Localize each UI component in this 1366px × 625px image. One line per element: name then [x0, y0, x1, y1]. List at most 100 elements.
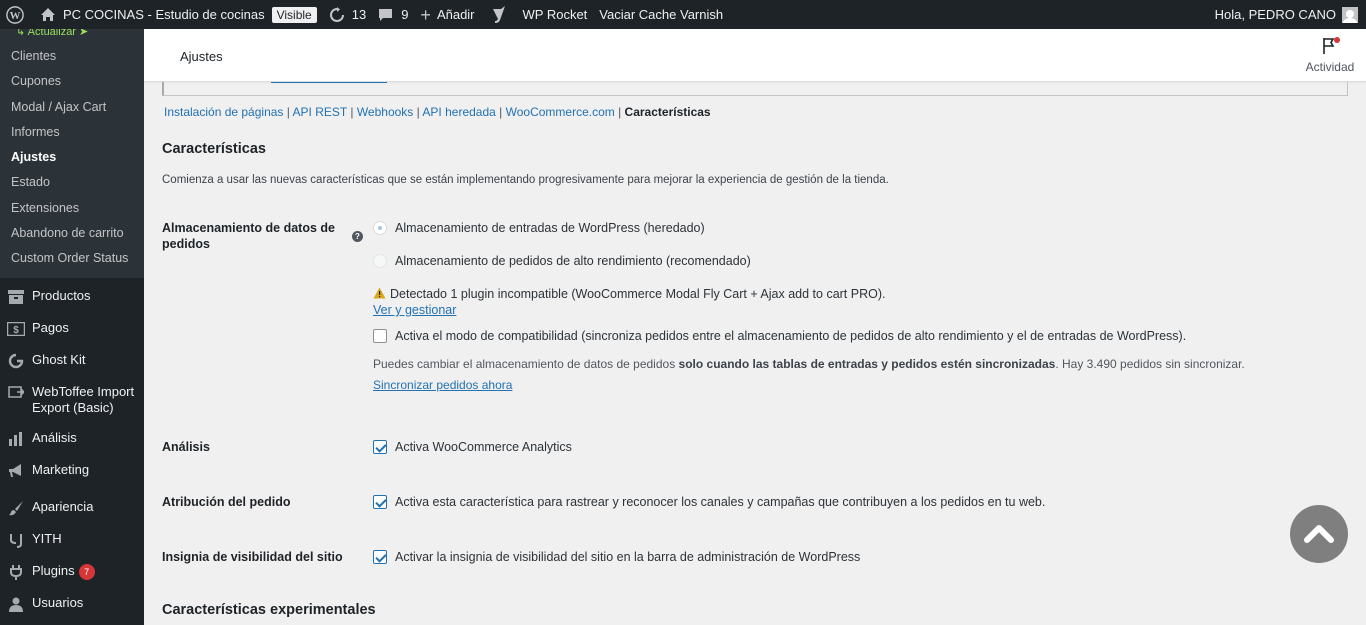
- yoast-icon: [491, 5, 507, 24]
- plugins-update-count: 7: [78, 563, 95, 580]
- note-bold: solo cuando las tablas de entradas y ped…: [678, 357, 1056, 371]
- new-label: Añadir: [436, 7, 475, 22]
- manage-plugins-link[interactable]: Ver y gestionar: [373, 303, 456, 317]
- update-label: Actualizar: [27, 29, 76, 38]
- svg-text:W: W: [10, 10, 21, 22]
- submenu-custom-order-status[interactable]: Custom Order Status: [0, 246, 144, 271]
- experimental-heading: Características experimentales: [162, 602, 376, 618]
- user-greeting[interactable]: Hola, PEDRO CANO: [1209, 0, 1336, 29]
- menu-webtoffee[interactable]: WebToffee Import Export (Basic): [0, 377, 144, 423]
- compat-mode-label: Activa el modo de compatibilidad (sincro…: [395, 329, 1187, 343]
- admin-bar: W PC COCINAS - Estudio de cocinas Visibl…: [0, 0, 1366, 29]
- updates-link[interactable]: 13: [323, 0, 372, 29]
- menu-label: YITH: [32, 530, 62, 546]
- update-link[interactable]: ↳ Actualizar ➤: [0, 29, 144, 39]
- menu-apariencia[interactable]: Apariencia: [0, 492, 144, 524]
- storage-option-legacy[interactable]: Almacenamiento de entradas de WordPress …: [373, 221, 705, 235]
- activity-button[interactable]: Actividad: [1305, 37, 1355, 74]
- subsubsub-nav: Instalación de páginas | API REST | Webh…: [164, 105, 711, 119]
- menu-label: Marketing: [32, 461, 90, 477]
- radio-legacy-label: Almacenamiento de entradas de WordPress …: [395, 221, 705, 235]
- wp-rocket-link[interactable]: WP Rocket: [517, 0, 594, 29]
- menu-label: WebToffee Import Export (Basic): [32, 383, 135, 415]
- analytics-checkbox[interactable]: [373, 440, 387, 454]
- attribution-option[interactable]: Activa esta característica para rastrear…: [373, 495, 1045, 509]
- ghostkit-icon: [7, 352, 25, 370]
- analytics-option-label: Activa WooCommerce Analytics: [395, 440, 572, 454]
- link-caracteristicas[interactable]: Características: [625, 105, 711, 119]
- link-webhooks[interactable]: Webhooks: [357, 105, 413, 119]
- note-suffix: . Hay 3.490 pedidos sin sincronizar.: [1055, 357, 1245, 371]
- radio-hpos[interactable]: [373, 254, 387, 268]
- active-tab-underline: [271, 82, 387, 83]
- wordpress-logo-icon[interactable]: W: [0, 0, 34, 29]
- varnish-link[interactable]: Vaciar Cache Varnish: [593, 0, 729, 29]
- link-instalacion-paginas[interactable]: Instalación de páginas: [164, 105, 283, 119]
- woocommerce-header: Ajustes Actividad: [144, 29, 1366, 82]
- menu-ghost-kit[interactable]: Ghost Kit: [0, 345, 144, 377]
- svg-text:$: $: [13, 325, 19, 336]
- yith-icon: [7, 531, 25, 549]
- compat-mode-checkbox[interactable]: [373, 329, 387, 343]
- menu-analisis[interactable]: Análisis: [0, 423, 144, 455]
- comments-count: 9: [401, 7, 409, 22]
- radio-hpos-label: Almacenamiento de pedidos de alto rendim…: [395, 254, 751, 268]
- submenu-estado[interactable]: Estado: [0, 170, 144, 195]
- link-api-heredada[interactable]: API heredada: [422, 105, 495, 119]
- section-description: Comienza a usar las nuevas característic…: [162, 174, 889, 186]
- comment-icon: [378, 8, 393, 22]
- site-name-link[interactable]: PC COCINAS - Estudio de cocinas Visible: [34, 0, 323, 29]
- attribution-checkbox[interactable]: [373, 495, 387, 509]
- plugins-label: Plugins: [32, 562, 75, 578]
- flag-icon: [1321, 37, 1340, 55]
- help-icon[interactable]: ?: [352, 231, 363, 242]
- site-name: PC COCINAS - Estudio de cocinas: [63, 7, 265, 22]
- woocommerce-submenu: ↳ Actualizar ➤ Clientes Cupones Modal / …: [0, 29, 144, 278]
- menu-plugins[interactable]: Plugins 7: [0, 556, 144, 588]
- storage-option-hpos[interactable]: Almacenamiento de pedidos de alto rendim…: [373, 254, 751, 268]
- play-icon: ➤: [79, 29, 89, 38]
- sync-orders-link[interactable]: Sincronizar pedidos ahora: [373, 378, 512, 392]
- import-export-icon: [7, 384, 25, 402]
- menu-label: Pagos: [32, 319, 69, 335]
- admin-sidebar: ↳ Actualizar ➤ Clientes Cupones Modal / …: [0, 29, 144, 625]
- submenu-modal-ajax-cart[interactable]: Modal / Ajax Cart: [0, 95, 144, 120]
- compat-mode-option[interactable]: Activa el modo de compatibilidad (sincro…: [373, 329, 1186, 343]
- activity-label: Actividad: [1305, 60, 1355, 74]
- yoast-link[interactable]: [481, 0, 517, 29]
- home-icon: [40, 7, 56, 22]
- visibility-badge-checkbox[interactable]: [373, 550, 387, 564]
- radio-legacy[interactable]: [373, 221, 387, 235]
- comments-link[interactable]: 9: [372, 0, 414, 29]
- submenu-abandono-carrito[interactable]: Abandono de carrito: [0, 221, 144, 246]
- menu-productos[interactable]: Productos: [0, 281, 144, 313]
- menu-yith[interactable]: YITH: [0, 524, 144, 556]
- scroll-to-top-button[interactable]: [1290, 505, 1348, 563]
- avatar[interactable]: [1342, 6, 1358, 23]
- chevron-up-icon: [1304, 523, 1334, 546]
- submenu-informes[interactable]: Informes: [0, 120, 144, 145]
- visibility-badge[interactable]: Visible: [271, 6, 317, 23]
- menu-marketing[interactable]: Marketing: [0, 455, 144, 487]
- visibility-badge-option[interactable]: Activar la insignia de visibilidad del s…: [373, 550, 860, 564]
- analytics-label: Análisis: [162, 440, 210, 454]
- megaphone-icon: [7, 462, 25, 480]
- note-prefix: Puedes cambiar el almacenamiento de dato…: [373, 357, 679, 371]
- update-arrow-icon: ↳: [16, 29, 26, 38]
- refresh-icon: [329, 6, 345, 23]
- link-woocommerce-com[interactable]: WooCommerce.com: [506, 105, 615, 119]
- menu-pagos[interactable]: $ Pagos: [0, 313, 144, 345]
- menu-label: Ghost Kit: [32, 351, 86, 367]
- submenu-ajustes[interactable]: Ajustes: [0, 145, 144, 170]
- new-content-link[interactable]: + Añadir: [414, 0, 480, 29]
- menu-label: Usuarios: [32, 594, 84, 610]
- link-api-rest[interactable]: API REST: [293, 105, 347, 119]
- brush-icon: [7, 499, 25, 517]
- settings-tabs-remnant: [162, 82, 1348, 96]
- submenu-clientes[interactable]: Clientes: [0, 44, 144, 69]
- submenu-cupones[interactable]: Cupones: [0, 69, 144, 94]
- menu-usuarios[interactable]: Usuarios: [0, 588, 144, 620]
- updates-count: 13: [351, 7, 367, 22]
- submenu-extensiones[interactable]: Extensiones: [0, 196, 144, 221]
- analytics-option[interactable]: Activa WooCommerce Analytics: [373, 440, 572, 454]
